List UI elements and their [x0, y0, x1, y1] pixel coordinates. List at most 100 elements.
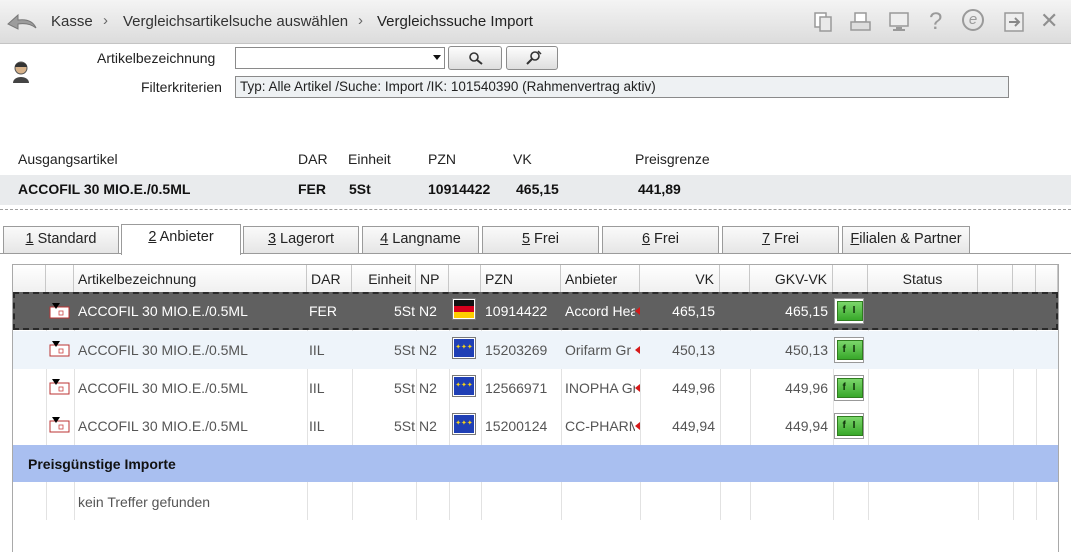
cell-einheit: 5St [393, 380, 415, 396]
column-header-flag [449, 265, 481, 294]
tab-label: Anbieter [156, 229, 214, 245]
cell-artikel: ACCOFIL 30 MIO.E./0.5ML [78, 380, 248, 396]
ausgangsartikel-name: ACCOFIL 30 MIO.E./0.5ML [18, 181, 191, 197]
package-icon [49, 379, 70, 395]
help-icon[interactable]: ? [929, 8, 942, 36]
cell-vk: 465,15 [672, 303, 715, 319]
print-icon[interactable] [848, 10, 874, 34]
column-header-blank [1036, 265, 1058, 294]
tab-label: ilialen & Partner [859, 231, 962, 247]
copy-icon[interactable] [810, 10, 836, 34]
ausgangsartikel-preisgrenze: 441,89 [638, 181, 681, 197]
tab-key: F [850, 231, 860, 247]
tab-anbieter[interactable]: 2 Anbieter [121, 224, 241, 255]
tab-label: Standard [33, 231, 97, 247]
cell-gkv-vk: 450,13 [785, 342, 828, 358]
tab-filialen-partner[interactable]: Filialen & Partner [842, 226, 970, 253]
breadcrumb-vergleichsartikelsuche[interactable]: Vergleichsartikelsuche auswählen [123, 13, 348, 30]
tab-lagerort[interactable]: 3 Lagerort [243, 226, 359, 253]
cell-einheit: 5St [393, 303, 415, 319]
cell-anbieter: INOPHA Gr [565, 380, 635, 396]
cell-gkv-vk: 449,96 [785, 380, 828, 396]
cell-gkv-vk: 449,94 [785, 418, 828, 434]
cell-dar: IIL [309, 380, 325, 396]
exit-icon[interactable] [1001, 10, 1027, 34]
cell-pzn: 12566971 [485, 380, 548, 396]
cell-pzn: 15203269 [485, 342, 548, 358]
tab-langname[interactable]: 4 Langname [362, 226, 479, 253]
fi-icon: f I [837, 416, 863, 436]
breadcrumb-separator: › [103, 12, 108, 29]
tab-frei-5[interactable]: 5 Frei [482, 226, 599, 253]
fi-indicator[interactable]: f I [834, 413, 864, 439]
info-e-icon[interactable]: e [962, 9, 984, 31]
fi-indicator[interactable]: f I [834, 375, 864, 401]
artikelbezeichnung-label: Artikelbezeichnung [97, 50, 216, 66]
breadcrumb-current: Vergleichssuche Import [377, 13, 533, 30]
user-icon[interactable] [11, 60, 31, 84]
preisgrenze-header: Preisgrenze [635, 151, 710, 167]
cell-anbieter: CC-PHARM [565, 418, 635, 434]
column-header-blank [1013, 265, 1036, 294]
fi-indicator[interactable]: f I [834, 298, 864, 324]
empty-result-text: kein Treffer gefunden [78, 494, 211, 510]
ausgangsartikel-dar: FER [298, 181, 326, 197]
filterkriterien-field: Typ: Alle Artikel /Suche: Import /IK: 10… [235, 76, 1009, 98]
cell-dar: IIL [309, 418, 325, 434]
column-header-gkv-vk[interactable]: GKV-VK [750, 265, 833, 294]
breadcrumb-kasse[interactable]: Kasse [51, 13, 93, 30]
cell-dar: IIL [309, 342, 325, 358]
cell-pzn: 15200124 [485, 418, 548, 434]
column-header-pzn[interactable]: PZN [481, 265, 561, 294]
extended-search-button[interactable] [506, 46, 558, 70]
tab-frei-7[interactable]: 7 Frei [722, 226, 839, 253]
cell-gkv-vk: 465,15 [785, 303, 828, 319]
search-settings-icon [526, 50, 542, 65]
fi-icon: f I [837, 301, 863, 321]
tab-standard[interactable]: 1 Standard [3, 226, 119, 253]
column-header-dar[interactable]: DAR [307, 265, 352, 294]
eu-flag-icon: ✦✦✦ [452, 337, 476, 359]
tab-key: 6 [641, 231, 651, 247]
column-header-artikelbezeichnung[interactable]: Artikelbezeichnung [74, 265, 307, 294]
dar-header: DAR [298, 151, 328, 167]
pzn-header: PZN [428, 151, 456, 167]
chevron-down-icon[interactable] [433, 55, 441, 60]
cell-vk: 450,13 [672, 342, 715, 358]
artikelbezeichnung-combobox[interactable] [235, 47, 445, 69]
column-header-blank [13, 265, 46, 294]
cell-dar: FER [309, 303, 337, 319]
back-arrow-icon[interactable] [6, 10, 38, 34]
eu-flag-icon: ✦✦✦ [452, 413, 476, 435]
close-icon[interactable]: ✕ [1040, 8, 1058, 34]
cell-einheit: 5St [393, 418, 415, 434]
column-header-anbieter[interactable]: Anbieter [561, 265, 640, 294]
einheit-header: Einheit [348, 151, 391, 167]
fi-icon: f I [837, 340, 863, 360]
cell-np: N2 [419, 303, 437, 319]
cell-pzn: 10914422 [485, 303, 548, 319]
column-header-fi [833, 265, 868, 294]
monitor-icon[interactable] [886, 10, 912, 34]
column-header-icon [46, 265, 74, 294]
cell-vk: 449,94 [672, 418, 715, 434]
package-icon [49, 303, 70, 319]
ausgangsartikel-vk: 465,15 [516, 181, 559, 197]
vk-header: VK [513, 151, 532, 167]
column-header-np[interactable]: NP [416, 265, 449, 294]
column-header-status[interactable]: Status [868, 265, 978, 294]
tab-frei-6[interactable]: 6 Frei [602, 226, 719, 253]
cell-np: N2 [419, 342, 437, 358]
section-title: Preisgünstige Importe [28, 456, 176, 472]
search-icon [469, 52, 483, 65]
search-button[interactable] [448, 46, 502, 70]
column-header-einheit[interactable]: Einheit [352, 265, 416, 294]
tab-label: Lagerort [276, 231, 335, 247]
tab-key: 3 [267, 231, 277, 247]
fi-indicator[interactable]: f I [834, 337, 864, 363]
tab-key: 1 [25, 231, 34, 247]
column-header-vk[interactable]: VK [640, 265, 720, 294]
package-icon [49, 417, 70, 433]
eu-flag-icon: ✦✦✦ [452, 375, 476, 397]
divider [0, 209, 1071, 210]
